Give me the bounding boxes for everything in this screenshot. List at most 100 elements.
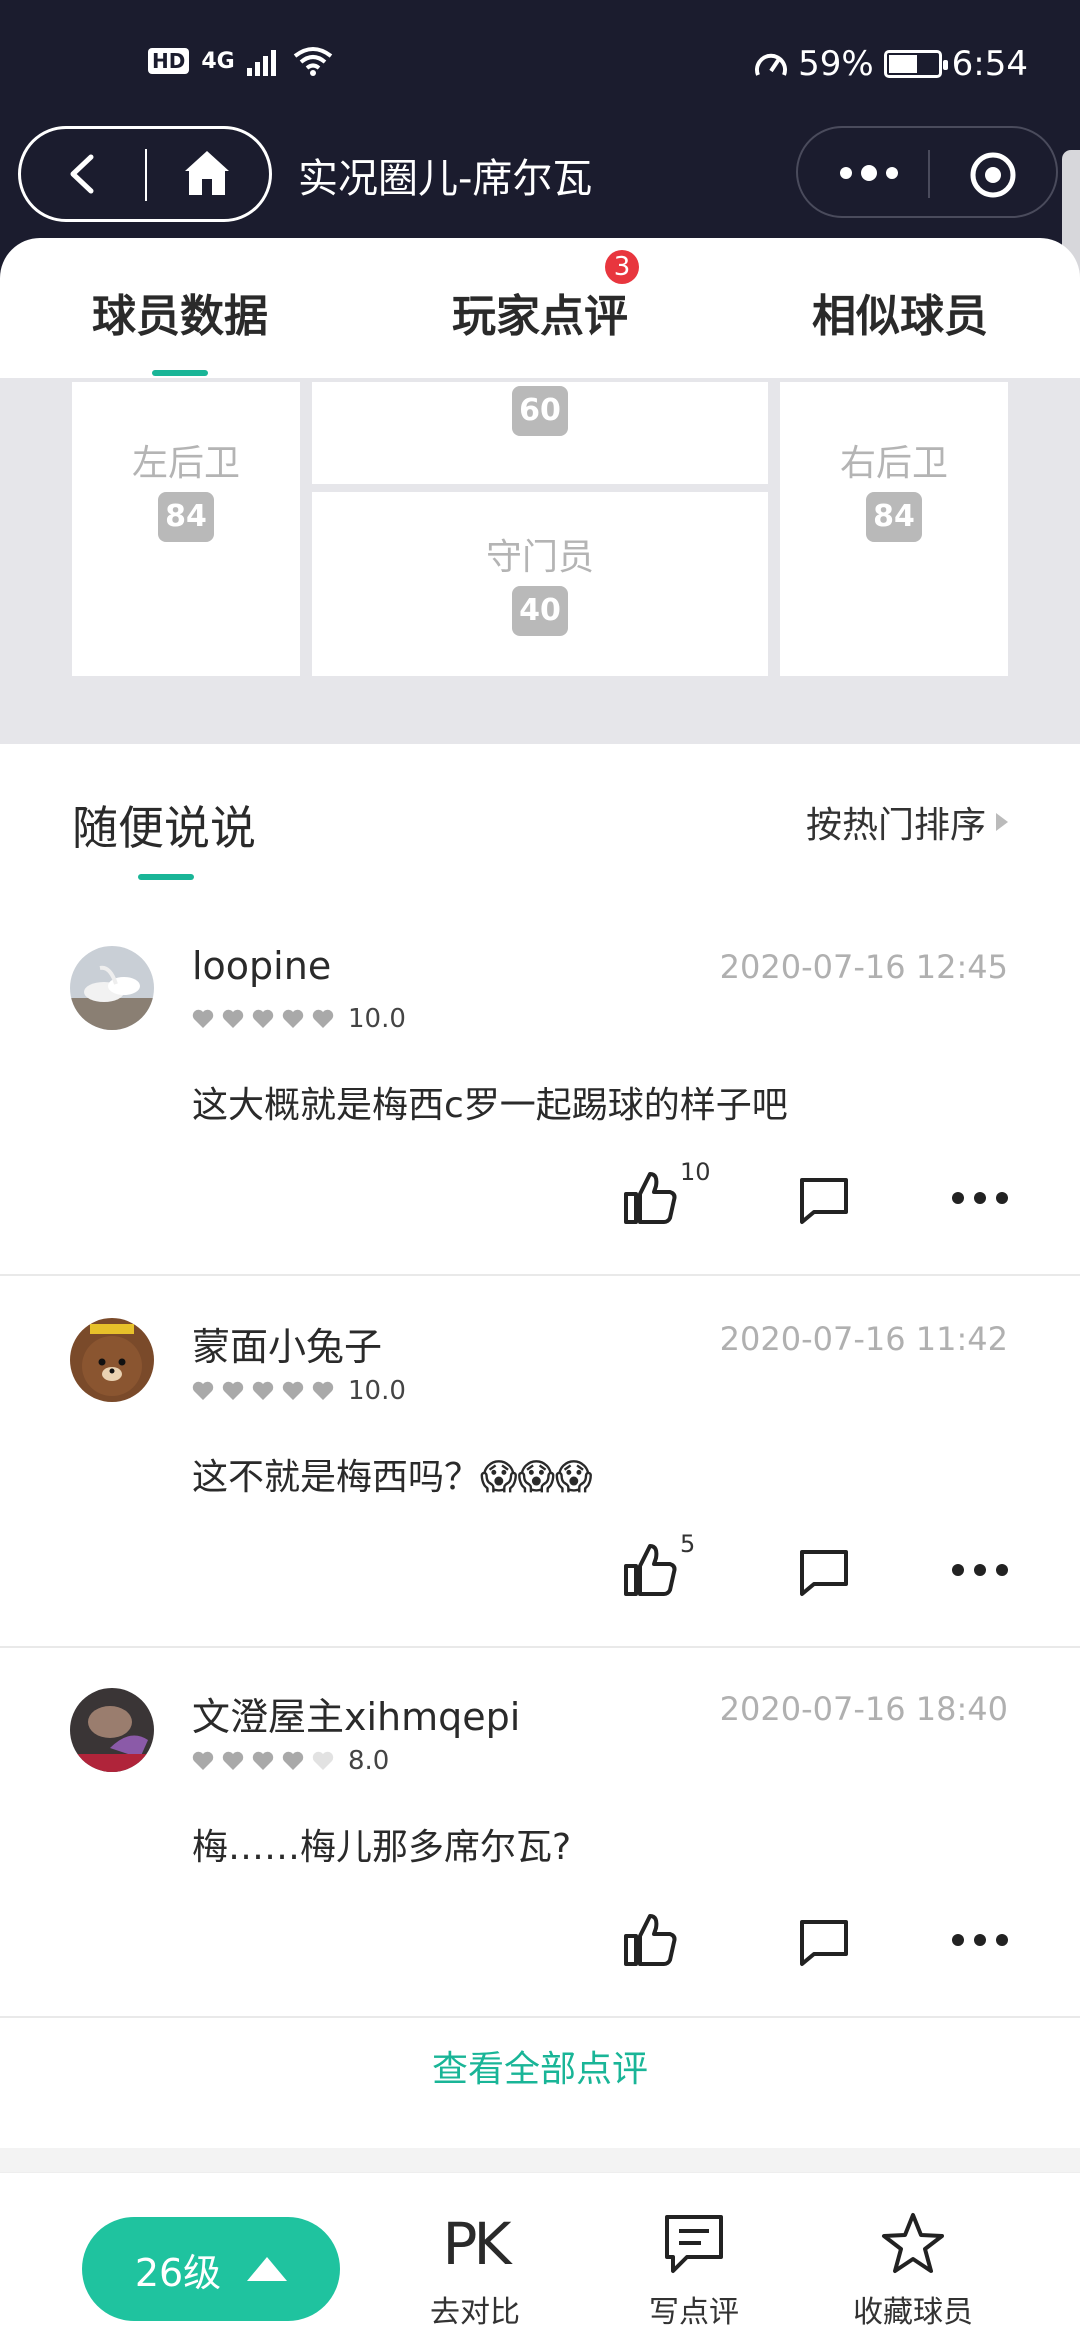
position-rating: 40 [512,586,568,636]
tab-similar-players[interactable]: 相似球员 [812,280,988,344]
caret-up-icon [247,2257,288,2281]
avatar[interactable] [70,1688,154,1772]
nav-capsule [18,126,272,222]
status-left: HD 4G [148,46,333,76]
compare-button[interactable]: PK 去对比 [395,2209,555,2331]
battery-percent: 59% [798,44,874,84]
pk-icon: PK [442,2210,511,2278]
back-arrow-icon[interactable] [61,151,107,197]
comment-text: 这大概就是梅西c罗一起踢球的样子吧 [192,1085,788,1126]
sort-by-popular-button[interactable]: 按热门排序 [806,796,1008,848]
comment-time: 2020-07-16 12:45 [719,948,1008,986]
rating-hearts [192,1750,334,1772]
thumbs-up-icon[interactable] [620,1540,680,1600]
heart-icon [282,1009,304,1028]
thumbs-up-icon[interactable] [620,1168,680,1228]
hd-indicator: HD [148,48,190,74]
more-options-icon[interactable] [950,1916,1010,1976]
avatar[interactable] [70,1318,154,1402]
section-title: 随便说说 [72,801,256,855]
more-options-icon[interactable] [950,1546,1010,1606]
thumbs-up-icon[interactable] [620,1910,680,1970]
home-icon[interactable] [181,147,233,199]
tab-player-data[interactable]: 球员数据 [92,280,268,344]
favorite-player-button[interactable]: 收藏球员 [833,2209,993,2331]
position-card-top: 60 [312,382,768,484]
position-rating: 84 [158,492,214,542]
comment-username[interactable]: 文澄屋主xihmqepi [192,1686,520,1741]
star-icon [882,2213,944,2273]
comment-username[interactable]: 蒙面小兔子 [192,1316,382,1371]
comment-time: 2020-07-16 11:42 [719,1320,1008,1358]
more-menu-icon[interactable] [834,156,904,190]
heart-icon [312,1381,334,1400]
comment-time: 2020-07-16 18:40 [719,1690,1008,1728]
caret-right-icon [996,813,1008,831]
battery-icon [883,50,948,78]
position-ratings-panel: 左后卫 84 60 守门员 40 右后卫 84 [0,378,1080,744]
avatar[interactable] [70,946,154,1030]
position-card-left-back: 左后卫 84 [72,382,300,676]
active-tab-indicator [152,370,208,376]
tab-player-reviews[interactable]: 玩家点评 [452,280,628,344]
position-label: 右后卫 [839,443,948,484]
wifi-icon [293,47,332,76]
position-rating: 60 [512,386,568,436]
section-title-underline [138,874,194,880]
comment-bubble-icon[interactable] [796,1544,852,1600]
close-target-icon[interactable] [968,150,1018,200]
comment-item: 蒙面小兔子 2020-07-16 11:42 10.0 这不就是梅西吗？😱😱😱 … [0,1278,1080,1648]
heart-icon [312,1009,334,1028]
compare-label: 去对比 [430,2295,520,2330]
position-label: 左后卫 [131,443,240,484]
comment-text: 这不就是梅西吗？😱😱😱 [192,1457,593,1498]
section-gap [0,2148,1080,2172]
position-label: 守门员 [485,537,594,578]
comment-username[interactable]: loopine [192,944,331,988]
comment-score: 8.0 [348,1746,390,1776]
tab-bar: 球员数据 玩家点评 相似球员 [0,240,1080,378]
status-right: 59% 6:54 [754,44,1028,84]
write-review-icon [665,2215,723,2273]
comment-item: loopine 2020-07-16 12:45 10.0 这大概就是梅西c罗一… [0,906,1080,1276]
write-review-button[interactable]: 写点评 [614,2209,774,2331]
comment-score: 10.0 [348,1004,406,1034]
heart-icon [252,1381,274,1400]
capsule-divider [928,150,930,198]
comment-bubble-icon[interactable] [796,1172,852,1228]
comment-item: 文澄屋主xihmqepi 2020-07-16 18:40 8.0 梅……梅儿那… [0,1648,1080,2018]
heart-icon [312,1751,334,1770]
write-review-label: 写点评 [649,2295,739,2330]
rating-hearts [192,1008,334,1030]
heart-icon [282,1381,304,1400]
comment-score: 10.0 [348,1376,406,1406]
page-title: 实况圈儿-席尔瓦 [298,156,593,202]
signal-icon [246,50,276,76]
heart-icon [252,1751,274,1770]
heart-icon [282,1751,304,1770]
clock: 6:54 [951,44,1028,84]
position-card-goalkeeper: 守门员 40 [312,492,768,676]
heart-icon [192,1751,214,1770]
view-all-reviews-link[interactable]: 查看全部点评 [0,2040,1080,2092]
rating-hearts [192,1380,334,1402]
position-rating: 84 [866,492,922,542]
comment-text: 梅……梅儿那多席尔瓦? [192,1827,572,1868]
menu-capsule [796,126,1058,218]
level-label: 26级 [134,2250,222,2295]
like-count: 5 [680,1530,696,1558]
reviews-count-badge: 3 [605,250,639,284]
capsule-divider [145,149,147,201]
heart-icon [192,1009,214,1028]
speed-gauge-icon [755,53,788,76]
like-count: 10 [680,1158,711,1186]
bottom-action-bar: 26级 PK 去对比 写点评 收藏球员 [0,2172,1080,2340]
sort-label: 按热门排序 [805,805,986,846]
heart-icon [192,1381,214,1400]
favorite-label: 收藏球员 [853,2295,973,2330]
comment-bubble-icon[interactable] [796,1914,852,1970]
status-bar: HD 4G 59% 6:54 [0,40,1080,90]
level-button[interactable]: 26级 [82,2217,340,2321]
more-options-icon[interactable] [950,1174,1010,1234]
network-type: 4G [201,48,235,74]
